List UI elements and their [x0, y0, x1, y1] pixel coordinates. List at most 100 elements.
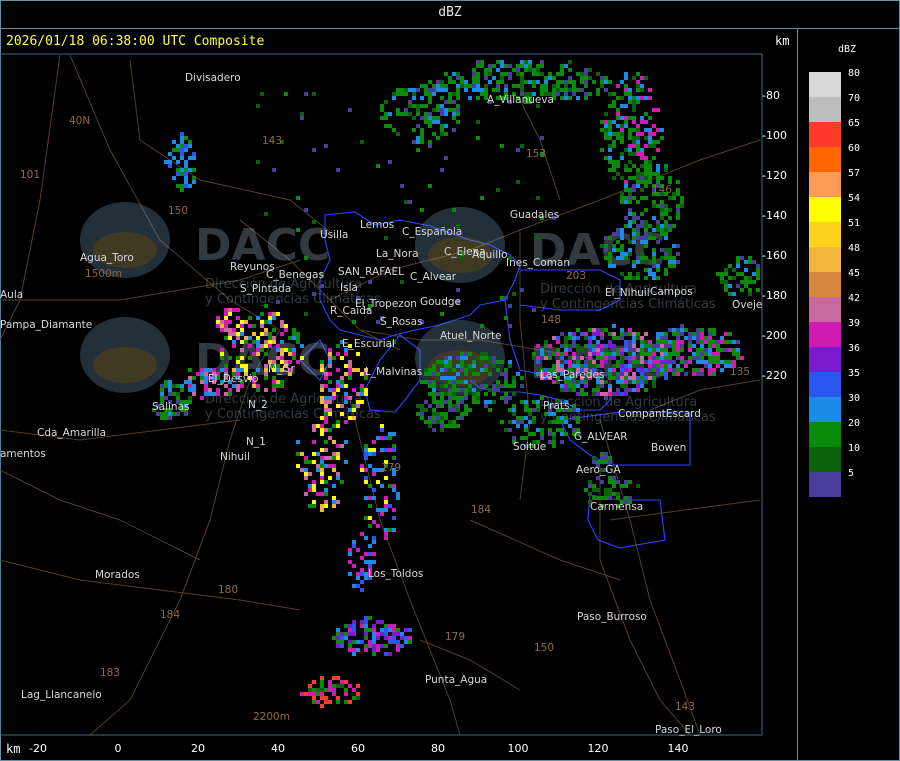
echo-pixel: [692, 368, 696, 372]
echo-pixel: [564, 348, 568, 352]
legend-swatch: [809, 247, 841, 272]
y-tick-label: -100: [762, 129, 787, 142]
echo-pixel: [320, 428, 324, 432]
echo-pixel: [672, 260, 676, 264]
echo-pixel: [340, 412, 344, 416]
echo-pixel: [552, 432, 556, 436]
echo-pixel: [448, 376, 452, 380]
echo-pixel: [640, 340, 644, 344]
echo-pixel: [716, 352, 720, 356]
echo-pixel: [636, 388, 640, 392]
echo-pixel: [616, 360, 620, 364]
echo-pixel: [644, 168, 648, 172]
echo-pixel: [656, 364, 660, 368]
echo-pixel: [536, 68, 540, 72]
echo-pixel: [480, 88, 484, 92]
echo-pixel: [624, 224, 628, 228]
echo-pixel: [616, 172, 620, 176]
echo-pixel: [280, 348, 284, 352]
echo-pixel: [668, 344, 672, 348]
echo-pixel: [264, 332, 268, 336]
echo-pixel: [264, 212, 268, 216]
place-label: Lag_Llancanelo: [21, 689, 102, 701]
echo-pixel: [388, 484, 392, 488]
echo-pixel: [392, 448, 396, 452]
echo-pixel: [292, 336, 296, 340]
echo-pixel: [384, 436, 388, 440]
echo-pixel: [416, 136, 420, 140]
echo-pixel: [324, 376, 328, 380]
echo-pixel: [644, 156, 648, 160]
echo-pixel: [644, 388, 648, 392]
echo-pixel: [736, 284, 740, 288]
echo-pixel: [660, 232, 664, 236]
echo-pixel: [292, 356, 296, 360]
echo-pixel: [180, 156, 184, 160]
echo-pixel: [588, 492, 592, 496]
echo-pixel: [656, 164, 660, 168]
echo-pixel: [308, 684, 312, 688]
echo-pixel: [628, 496, 632, 500]
echo-pixel: [364, 448, 368, 452]
echo-pixel: [420, 96, 424, 100]
echo-pixel: [284, 92, 288, 96]
echo-pixel: [616, 84, 620, 88]
echo-pixel: [652, 348, 656, 352]
echo-pixel: [296, 340, 300, 344]
echo-pixel: [580, 88, 584, 92]
echo-pixel: [328, 348, 332, 352]
echo-pixel: [584, 68, 588, 72]
echo-pixel: [260, 324, 264, 328]
place-label: N_2: [248, 399, 268, 411]
echo-pixel: [624, 188, 628, 192]
echo-pixel: [188, 184, 192, 188]
echo-pixel: [388, 640, 392, 644]
echo-pixel: [692, 332, 696, 336]
y-tick-label: -140: [762, 209, 787, 222]
echo-pixel: [360, 568, 364, 572]
echo-pixel: [568, 388, 572, 392]
echo-pixel: [440, 376, 444, 380]
echo-pixel: [648, 88, 652, 92]
echo-pixel: [656, 344, 660, 348]
echo-pixel: [576, 88, 580, 92]
echo-pixel: [272, 380, 276, 384]
echo-pixel: [616, 248, 620, 252]
echo-pixel: [612, 392, 616, 396]
radar-map[interactable]: DACC Dirección de Agricultura y Continge…: [0, 0, 900, 761]
echo-pixel: [280, 380, 284, 384]
echo-pixel: [316, 688, 320, 692]
legend-swatch: [809, 97, 841, 122]
echo-pixel: [360, 388, 364, 392]
echo-pixel: [304, 472, 308, 476]
echo-pixel: [480, 64, 484, 68]
echo-pixel: [272, 328, 276, 332]
echo-pixel: [588, 356, 592, 360]
echo-pixel: [340, 356, 344, 360]
echo-pixel: [428, 92, 432, 96]
echo-pixel: [536, 196, 540, 200]
echo-pixel: [660, 368, 664, 372]
echo-pixel: [652, 124, 656, 128]
echo-pixel: [612, 332, 616, 336]
echo-pixel: [372, 560, 376, 564]
echo-pixel: [380, 424, 384, 428]
echo-pixel: [432, 84, 436, 88]
echo-pixel: [356, 352, 360, 356]
echo-pixel: [280, 324, 284, 328]
echo-pixel: [272, 312, 276, 316]
echo-pixel: [364, 628, 368, 632]
echo-pixel: [440, 420, 444, 424]
echo-pixel: [272, 168, 276, 172]
echo-pixel: [568, 88, 572, 92]
echo-pixel: [612, 168, 616, 172]
echo-pixel: [600, 84, 604, 88]
echo-pixel: [444, 424, 448, 428]
echo-pixel: [580, 332, 584, 336]
echo-pixel: [304, 456, 308, 460]
echo-pixel: [360, 400, 364, 404]
echo-pixel: [244, 364, 248, 368]
echo-pixel: [252, 332, 256, 336]
echo-pixel: [388, 124, 392, 128]
echo-pixel: [204, 392, 208, 396]
